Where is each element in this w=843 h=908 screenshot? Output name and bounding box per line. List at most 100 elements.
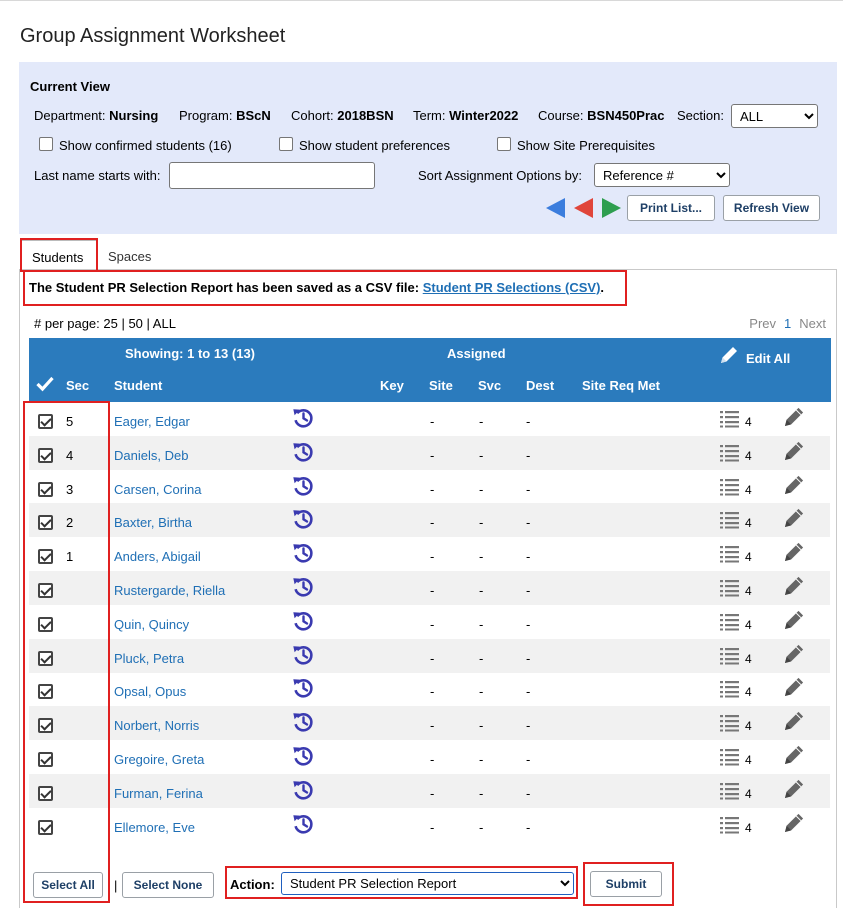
options-list-icon[interactable] [719,714,741,732]
student-name-link[interactable]: Anders, Abigail [114,549,201,564]
edit-all-link[interactable]: Edit All [746,351,790,366]
history-icon[interactable] [291,507,315,531]
student-name-link[interactable]: Daniels, Deb [114,448,188,463]
history-icon[interactable] [291,440,315,464]
tab-spaces[interactable]: Spaces [98,240,161,270]
history-icon[interactable] [291,778,315,802]
print-list-button[interactable]: Print List... [627,195,715,221]
student-name-link[interactable]: Furman, Ferina [114,786,203,801]
highlight-action-select [225,866,578,899]
sort-select[interactable]: Reference # [594,163,730,187]
edit-pencil-icon[interactable] [782,405,806,429]
edit-pencil-icon[interactable] [782,540,806,564]
student-name-link[interactable]: Gregoire, Greta [114,752,204,767]
student-name-link[interactable]: Quin, Quincy [114,617,189,632]
prev-link[interactable]: Prev [749,316,776,331]
options-list-icon[interactable] [719,410,741,428]
show-preferences-checkbox[interactable] [279,137,293,151]
column-sec[interactable]: Sec [66,378,89,393]
option-count: 4 [745,516,752,530]
show-confirmed-checkbox[interactable] [39,137,53,151]
term-value: Winter2022 [449,108,519,123]
student-name-link[interactable]: Norbert, Norris [114,718,199,733]
row-dest: - [526,718,531,733]
history-icon[interactable] [291,744,315,768]
show-prereq-checkbox[interactable] [497,137,511,151]
arrow-left-red-icon[interactable] [574,198,593,218]
edit-pencil-icon[interactable] [782,439,806,463]
row-svc: - [479,448,484,463]
edit-pencil-icon[interactable] [782,642,806,666]
row-site: - [430,515,435,530]
select-all-check-icon[interactable] [36,376,54,392]
edit-pencil-icon[interactable] [782,608,806,632]
history-icon[interactable] [291,643,315,667]
history-icon[interactable] [291,609,315,633]
section-select[interactable]: ALL [731,104,818,128]
history-icon[interactable] [291,541,315,565]
select-none-button[interactable]: Select None [122,872,214,898]
options-list-icon[interactable] [719,444,741,462]
student-name-link[interactable]: Ellemore, Eve [114,820,195,835]
arrow-right-green-icon[interactable] [602,198,621,218]
table-row: Furman, Ferina - - - 4 [29,774,830,808]
edit-pencil-icon[interactable] [782,777,806,801]
edit-pencil-icon[interactable] [782,506,806,530]
column-site-req-met[interactable]: Site Req Met [582,378,660,393]
history-icon[interactable] [291,575,315,599]
options-list-icon[interactable] [719,511,741,529]
row-dest: - [526,820,531,835]
options-list-icon[interactable] [719,816,741,834]
per-page-selector[interactable]: # per page: 25 | 50 | ALL [34,316,176,331]
edit-all-pencil-icon[interactable] [718,344,740,366]
edit-pencil-icon[interactable] [782,811,806,835]
page-title: Group Assignment Worksheet [20,25,286,47]
row-svc: - [479,414,484,429]
arrow-left-blue-icon[interactable] [546,198,565,218]
edit-pencil-icon[interactable] [782,743,806,767]
options-list-icon[interactable] [719,647,741,665]
row-dest: - [526,786,531,801]
pagination: Prev 1 Next [749,316,826,331]
student-name-link[interactable]: Eager, Edgar [114,414,190,429]
student-name-link[interactable]: Rustergarde, Riella [114,583,225,598]
edit-pencil-icon[interactable] [782,473,806,497]
column-site[interactable]: Site [429,378,453,393]
table-row: 1 Anders, Abigail - - -4 [29,537,830,571]
options-list-icon[interactable] [719,613,741,631]
refresh-view-button[interactable]: Refresh View [723,195,820,221]
history-icon[interactable] [291,406,315,430]
options-list-icon[interactable] [719,748,741,766]
options-list-icon[interactable] [719,680,741,698]
history-icon[interactable] [291,474,315,498]
options-list-icon[interactable] [719,545,741,563]
last-name-input[interactable] [169,162,375,189]
student-name-link[interactable]: Baxter, Birtha [114,515,192,530]
row-svc: - [479,752,484,767]
row-dest: - [526,448,531,463]
highlight-checkbox-column [23,401,110,903]
options-list-icon[interactable] [719,579,741,597]
next-link[interactable]: Next [799,316,826,331]
edit-pencil-icon[interactable] [782,574,806,598]
current-page[interactable]: 1 [784,316,791,331]
history-icon[interactable] [291,676,315,700]
department-value: Nursing [109,108,159,123]
options-list-icon[interactable] [719,782,741,800]
column-dest[interactable]: Dest [526,378,554,393]
option-count: 4 [745,753,752,767]
column-svc[interactable]: Svc [478,378,501,393]
edit-pencil-icon[interactable] [782,675,806,699]
row-site: - [430,482,435,497]
table-row: 2 Baxter, Birtha - - -4 [29,503,830,537]
student-name-link[interactable]: Opsal, Opus [114,684,186,699]
student-name-link[interactable]: Carsen, Corina [114,482,201,497]
options-list-icon[interactable] [719,478,741,496]
history-icon[interactable] [291,812,315,836]
column-key[interactable]: Key [380,378,404,393]
column-student[interactable]: Student [114,378,162,393]
highlight-students-tab [20,238,98,272]
history-icon[interactable] [291,710,315,734]
student-name-link[interactable]: Pluck, Petra [114,651,184,666]
edit-pencil-icon[interactable] [782,709,806,733]
